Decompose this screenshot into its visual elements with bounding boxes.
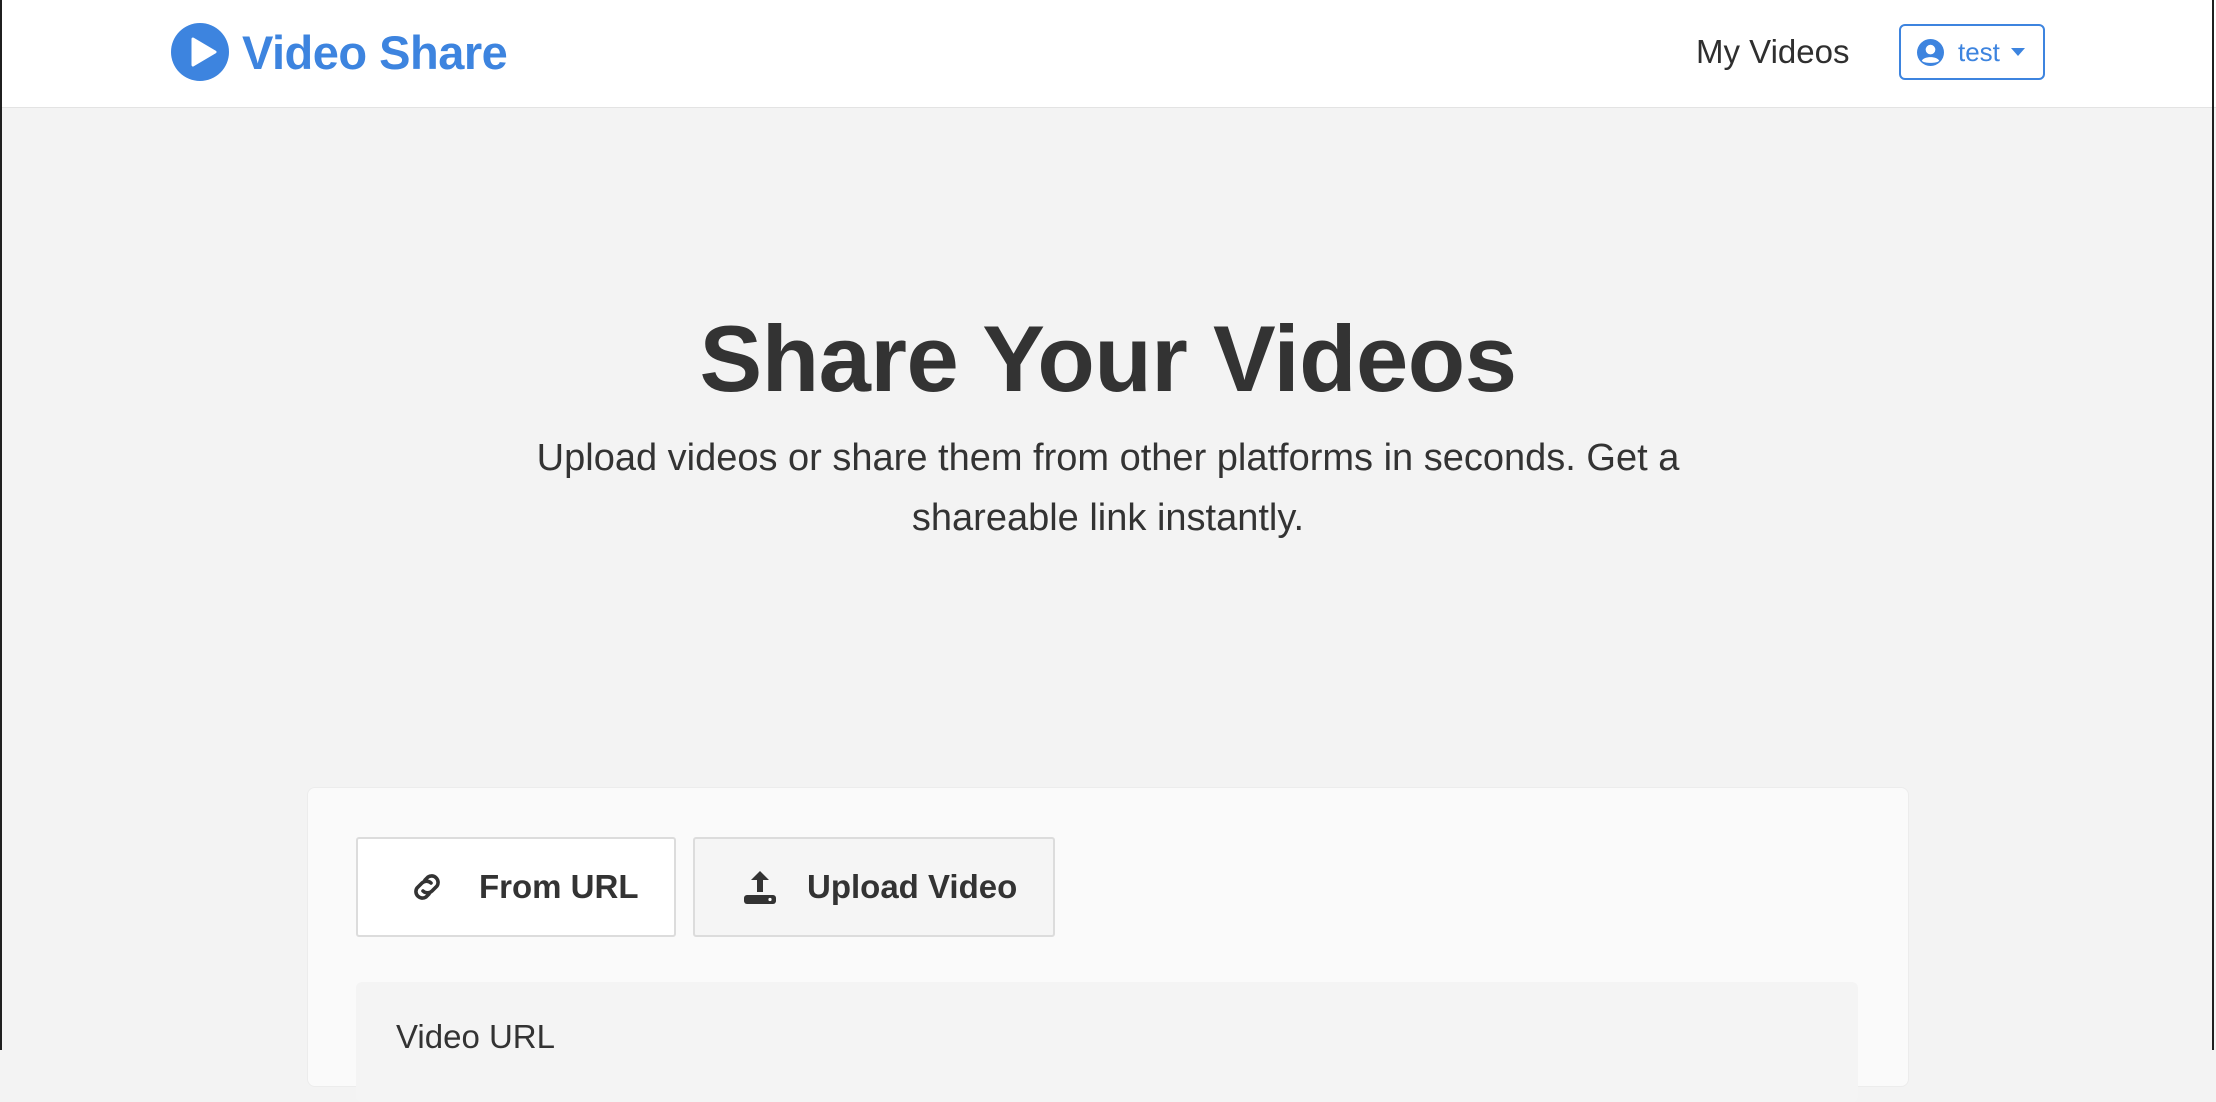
play-circle-icon — [171, 23, 229, 81]
hero-subtitle: Upload videos or share them from other p… — [536, 437, 1680, 539]
user-menu-button[interactable]: test — [1899, 24, 2045, 80]
tab-upload-video[interactable]: Upload Video — [693, 837, 1055, 937]
navbar: Video Share My Videos test — [0, 0, 2216, 108]
brand-link[interactable]: Video Share — [171, 22, 508, 82]
tab-upload-video-label: Upload Video — [807, 868, 1018, 905]
my-videos-link[interactable]: My Videos — [1696, 30, 1849, 74]
tab-from-url[interactable]: From URL — [356, 837, 676, 937]
hero-title: Share Your Videos — [699, 306, 1517, 411]
share-video-card: From URL Upload Video Video URL — [307, 787, 1909, 1102]
user-name: test — [1958, 36, 2000, 67]
video-url-label: Video URL — [396, 1018, 555, 1055]
upload-icon — [744, 871, 776, 904]
url-form-panel: Video URL — [356, 982, 1858, 1102]
user-circle-icon — [1917, 38, 1944, 66]
tab-from-url-label: From URL — [479, 868, 639, 905]
link-icon — [414, 874, 440, 900]
brand-name: Video Share — [242, 25, 508, 79]
caret-down-icon — [2010, 48, 2025, 56]
